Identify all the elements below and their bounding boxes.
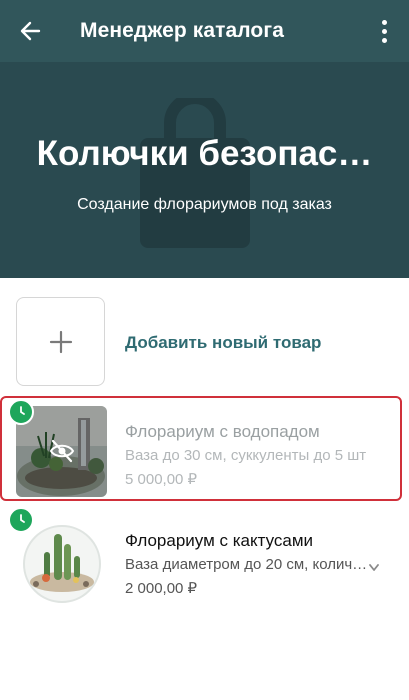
product-price: 2 000,00 ₽: [125, 580, 198, 597]
more-dot: [381, 28, 387, 34]
product-title: Флорариум с водопадом: [125, 422, 320, 441]
product-title: Флорариум с кактусами: [125, 531, 314, 550]
clock-icon: [8, 507, 34, 533]
catalog-description: Создание флорариумов под заказ: [77, 196, 332, 213]
product-price: 5 000,00 ₽: [125, 471, 198, 488]
more-vertical-icon: [381, 19, 387, 25]
plus-icon: [49, 330, 72, 353]
more-options-button[interactable]: [372, 18, 396, 44]
add-product-label[interactable]: Добавить новый товар: [125, 333, 321, 353]
product-item[interactable]: Флорариум с водопадом Ваза до 30 см, сук…: [0, 394, 409, 504]
catalog-cover: Колючки безопас… Создание флорариумов по…: [0, 62, 409, 278]
arrow-left-icon: [20, 21, 41, 41]
clock-icon: [8, 399, 34, 425]
add-product-button[interactable]: [16, 297, 105, 386]
catalog-name: Колючки безопас…: [36, 134, 373, 173]
product-description: Ваза до 30 см, суккуленты до 5 шт: [125, 447, 367, 464]
more-dot: [381, 37, 387, 43]
chevron-down-icon[interactable]: [369, 564, 379, 572]
app-bar: Менеджер каталога: [0, 0, 409, 62]
product-description: Ваза диаметром до 20 см, колич…: [125, 556, 368, 573]
page-title: Менеджер каталога: [80, 19, 284, 42]
eye-off-icon: [49, 439, 75, 463]
product-item[interactable]: Флорариум с кактусами Ваза диаметром до …: [0, 506, 409, 616]
back-button[interactable]: [16, 17, 44, 45]
